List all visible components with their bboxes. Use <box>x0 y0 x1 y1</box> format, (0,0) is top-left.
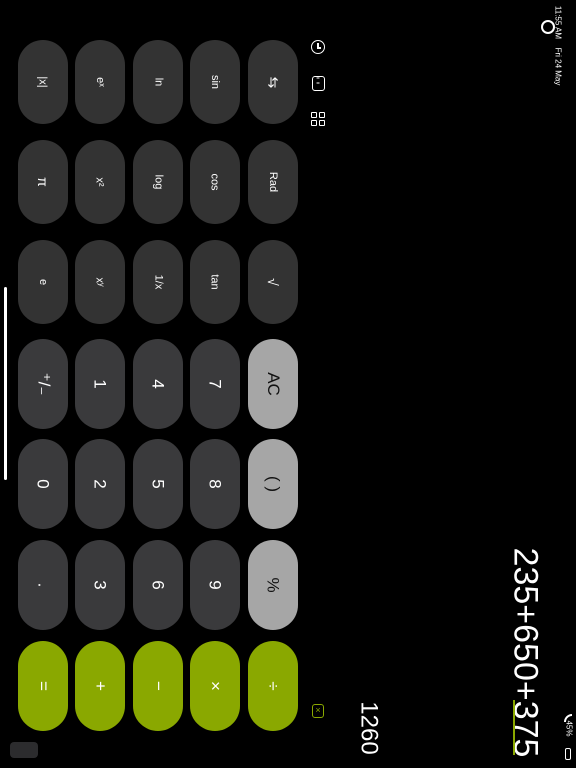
percent-button[interactable]: % <box>248 540 298 630</box>
scroll-indicator[interactable] <box>4 287 7 480</box>
multiply-button[interactable]: × <box>190 641 240 731</box>
digit-3-button[interactable]: 3 <box>75 540 125 630</box>
ac-button[interactable]: AC <box>248 339 298 429</box>
digit-0-button[interactable]: 0 <box>18 439 68 529</box>
pi-button[interactable]: π <box>18 140 68 224</box>
reciprocal-button[interactable]: 1/x <box>133 240 183 324</box>
decimal-button[interactable]: . <box>18 540 68 630</box>
digit-9-button[interactable]: 9 <box>190 540 240 630</box>
divide-button[interactable]: ÷ <box>248 641 298 731</box>
e-button[interactable]: e <box>18 240 68 324</box>
converter-icon[interactable]: = = <box>308 73 328 93</box>
root-button[interactable]: √ <box>248 240 298 324</box>
plus-button[interactable]: + <box>75 641 125 731</box>
tan-button[interactable]: tan <box>190 240 240 324</box>
digit-8-button[interactable]: 8 <box>190 439 240 529</box>
log-button[interactable]: log <box>133 140 183 224</box>
status-date: Fri 24 May <box>553 47 563 86</box>
power-button[interactable]: xʸ <box>75 240 125 324</box>
microphone-icon[interactable] <box>541 20 555 34</box>
cos-button[interactable]: cos <box>190 140 240 224</box>
cursor-line <box>513 700 515 755</box>
history-clock-icon[interactable] <box>308 37 328 57</box>
swap-button[interactable]: ⇆ <box>248 40 298 124</box>
dock-handle[interactable] <box>10 742 38 758</box>
digit-2-button[interactable]: 2 <box>75 439 125 529</box>
digit-6-button[interactable]: 6 <box>133 540 183 630</box>
ln-button[interactable]: ln <box>133 40 183 124</box>
battery-icon <box>565 748 571 760</box>
sign-toggle-button[interactable]: ⁺/₋ <box>18 339 68 429</box>
parentheses-button[interactable]: ( ) <box>248 439 298 529</box>
digit-4-button[interactable]: 4 <box>133 339 183 429</box>
result-display: 1260 <box>356 701 384 755</box>
grid-icon[interactable] <box>308 109 328 129</box>
abs-button[interactable]: |x| <box>18 40 68 124</box>
digit-1-button[interactable]: 1 <box>75 339 125 429</box>
expression-display: 235+650+375 <box>506 547 545 758</box>
sin-button[interactable]: sin <box>190 40 240 124</box>
rad-button[interactable]: Rad <box>248 140 298 224</box>
square-button[interactable]: x² <box>75 140 125 224</box>
digit-7-button[interactable]: 7 <box>190 339 240 429</box>
digit-5-button[interactable]: 5 <box>133 439 183 529</box>
minus-button[interactable]: − <box>133 641 183 731</box>
backspace-icon[interactable]: × <box>308 701 328 721</box>
equals-button[interactable]: = <box>18 641 68 731</box>
exp-button[interactable]: eˣ <box>75 40 125 124</box>
